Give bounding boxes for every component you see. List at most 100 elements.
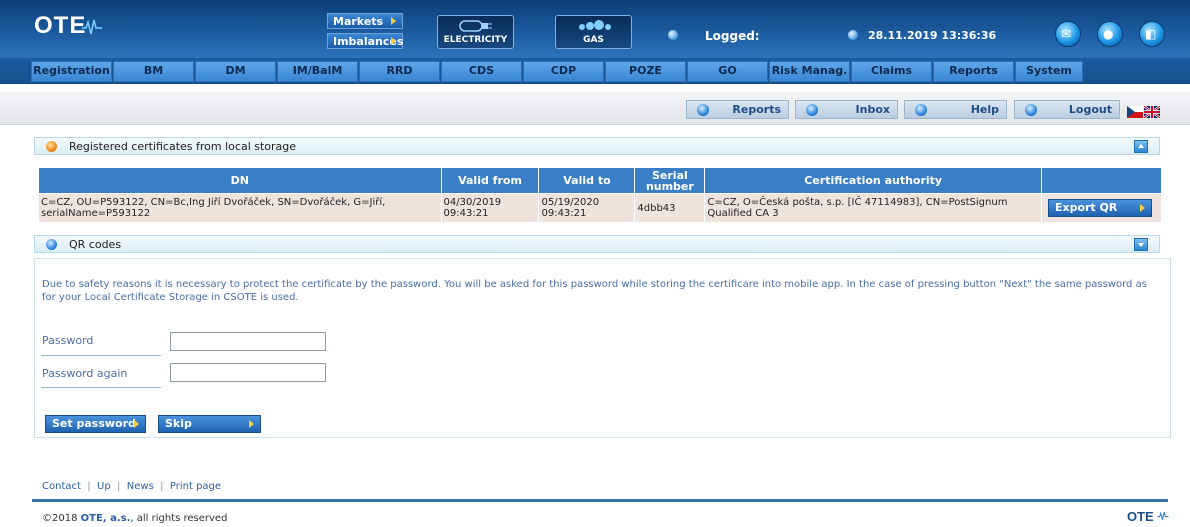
- electricity-button[interactable]: ELECTRICITY: [437, 15, 514, 49]
- password-again-divider: [41, 387, 161, 388]
- nav-system[interactable]: System: [1015, 61, 1083, 82]
- nav-reports[interactable]: Reports: [933, 61, 1014, 82]
- gas-flame-icon: [579, 20, 611, 30]
- plug-icon: [459, 20, 492, 32]
- arrow-right-icon: [391, 17, 396, 25]
- password-divider: [41, 355, 161, 356]
- inbox-button[interactable]: Inbox: [795, 100, 898, 119]
- table-row: C=CZ, OU=P593122, CN=Bc,Ing Jiří Dvořáče…: [38, 193, 1163, 223]
- footer-link-print[interactable]: Print page: [170, 481, 221, 492]
- set-password-button[interactable]: Set password: [45, 415, 146, 433]
- table-header-row: DN Valid from Valid to Serial number Cer…: [38, 167, 1163, 194]
- czech-flag-icon[interactable]: [1127, 106, 1143, 118]
- cell-valid-from: 04/30/2019 09:43:21: [440, 193, 540, 223]
- col-dn: DN: [38, 167, 442, 194]
- skip-label: Skip: [165, 417, 192, 430]
- pulse-icon: [1157, 511, 1169, 521]
- arrow-right-icon: [391, 37, 396, 45]
- cell-authority: C=CZ, O=Česká pošta, s.p. [IČ 47114983],…: [704, 193, 1042, 223]
- nav-registration[interactable]: Registration: [31, 61, 112, 82]
- reports-button[interactable]: Reports: [686, 100, 789, 119]
- nav-risk-manag[interactable]: Risk Manag.: [769, 61, 850, 82]
- logged-label: Logged:: [705, 29, 760, 43]
- cell-dn: C=CZ, OU=P593122, CN=Bc,Ing Jiří Dvořáče…: [38, 193, 442, 223]
- password-input[interactable]: [170, 332, 326, 351]
- inbox-label: Inbox: [855, 103, 890, 116]
- settings-icon[interactable]: ◧: [1139, 21, 1165, 47]
- footer-divider: [32, 499, 1168, 502]
- cell-valid-to: 05/19/2020 09:43:21: [538, 193, 636, 223]
- col-action: [1040, 167, 1163, 194]
- footer-ote-logo: OTE: [1127, 509, 1169, 524]
- cell-serial: 4dbb43: [634, 193, 706, 223]
- qr-panel-body: Due to safety reasons it is necessary to…: [34, 258, 1171, 438]
- help-bullet-icon: [915, 104, 927, 116]
- nav-rrd[interactable]: RRD: [359, 61, 440, 82]
- export-qr-label: Export QR: [1054, 201, 1118, 214]
- help-button[interactable]: Help: [904, 100, 1007, 119]
- ote-logo[interactable]: OTE: [34, 12, 102, 40]
- reports-label: Reports: [732, 103, 781, 116]
- nav-cds[interactable]: CDS: [441, 61, 522, 82]
- help-label: Help: [970, 103, 999, 116]
- nav-poze[interactable]: POZE: [605, 61, 686, 82]
- logout-bullet-icon: [1025, 104, 1037, 116]
- mail-icon[interactable]: ✉: [1055, 21, 1081, 47]
- logged-bullet-icon: [668, 30, 678, 40]
- main-nav: Registration BM DM IM/BalM RRD CDS CDP P…: [0, 58, 1190, 84]
- nav-claims[interactable]: Claims: [851, 61, 932, 82]
- copyright: ©2018 OTE, a.s., all rights reserved: [42, 513, 227, 524]
- logo-text: OTE: [34, 12, 87, 39]
- col-authority: Certification authority: [704, 167, 1042, 194]
- expand-icon[interactable]: [1134, 238, 1148, 251]
- copyright-suffix: , all rights reserved: [130, 513, 228, 524]
- reports-bullet-icon: [697, 104, 709, 116]
- nav-go[interactable]: GO: [687, 61, 768, 82]
- qr-info-text: Due to safety reasons it is necessary to…: [42, 279, 1147, 303]
- markets-button[interactable]: Markets: [327, 13, 403, 29]
- password-again-input[interactable]: [170, 363, 326, 382]
- top-header: OTE Markets Imbalances ELECTRICITY GAS L…: [0, 0, 1190, 58]
- imbalances-button[interactable]: Imbalances: [327, 33, 403, 49]
- qr-panel-header: QR codes: [34, 235, 1160, 253]
- logout-button[interactable]: Logout: [1014, 100, 1120, 119]
- skip-button[interactable]: Skip: [158, 415, 261, 433]
- set-password-label: Set password: [52, 417, 136, 430]
- col-valid-to: Valid to: [538, 167, 636, 194]
- orange-bullet-icon: [46, 141, 57, 152]
- company-link[interactable]: OTE, a.s.: [81, 513, 131, 524]
- arrow-right-icon: [249, 420, 254, 428]
- markets-label: Markets: [333, 15, 384, 28]
- footer-link-up[interactable]: Up: [97, 481, 111, 492]
- footer-logo-text: OTE: [1127, 509, 1154, 524]
- gas-label: GAS: [583, 35, 604, 45]
- logout-label: Logout: [1068, 103, 1112, 116]
- clock-bullet-icon: [848, 30, 858, 40]
- footer-link-news[interactable]: News: [127, 481, 154, 492]
- nav-im-balm[interactable]: IM/BalM: [277, 61, 358, 82]
- collapse-icon[interactable]: [1134, 140, 1148, 153]
- inbox-bullet-icon: [806, 104, 818, 116]
- certificates-table: DN Valid from Valid to Serial number Cer…: [38, 167, 1163, 223]
- blue-bullet-icon: [46, 239, 57, 250]
- nav-bm[interactable]: BM: [113, 61, 194, 82]
- copyright-prefix: ©2018: [42, 513, 81, 524]
- footer-links: Contact | Up | News | Print page: [42, 481, 222, 492]
- certificates-panel-title: Registered certificates from local stora…: [69, 140, 297, 153]
- export-qr-button[interactable]: Export QR: [1047, 199, 1152, 217]
- qr-panel-title: QR codes: [69, 238, 122, 251]
- nav-cdp[interactable]: CDP: [523, 61, 604, 82]
- col-serial: Serial number: [634, 167, 706, 194]
- secondary-bar: Reports Inbox Help Logout: [0, 92, 1190, 125]
- uk-flag-icon[interactable]: [1144, 106, 1160, 118]
- chat-icon[interactable]: ●: [1097, 21, 1123, 47]
- nav-dm[interactable]: DM: [195, 61, 276, 82]
- cell-action: Export QR: [1040, 193, 1163, 223]
- datetime-display: 28.11.2019 13:36:36: [868, 29, 997, 42]
- pulse-icon: [82, 19, 102, 35]
- password-again-label: Password again: [42, 367, 128, 380]
- col-valid-from: Valid from: [440, 167, 540, 194]
- arrow-right-icon: [134, 420, 139, 428]
- footer-link-contact[interactable]: Contact: [42, 481, 81, 492]
- gas-button[interactable]: GAS: [555, 15, 632, 49]
